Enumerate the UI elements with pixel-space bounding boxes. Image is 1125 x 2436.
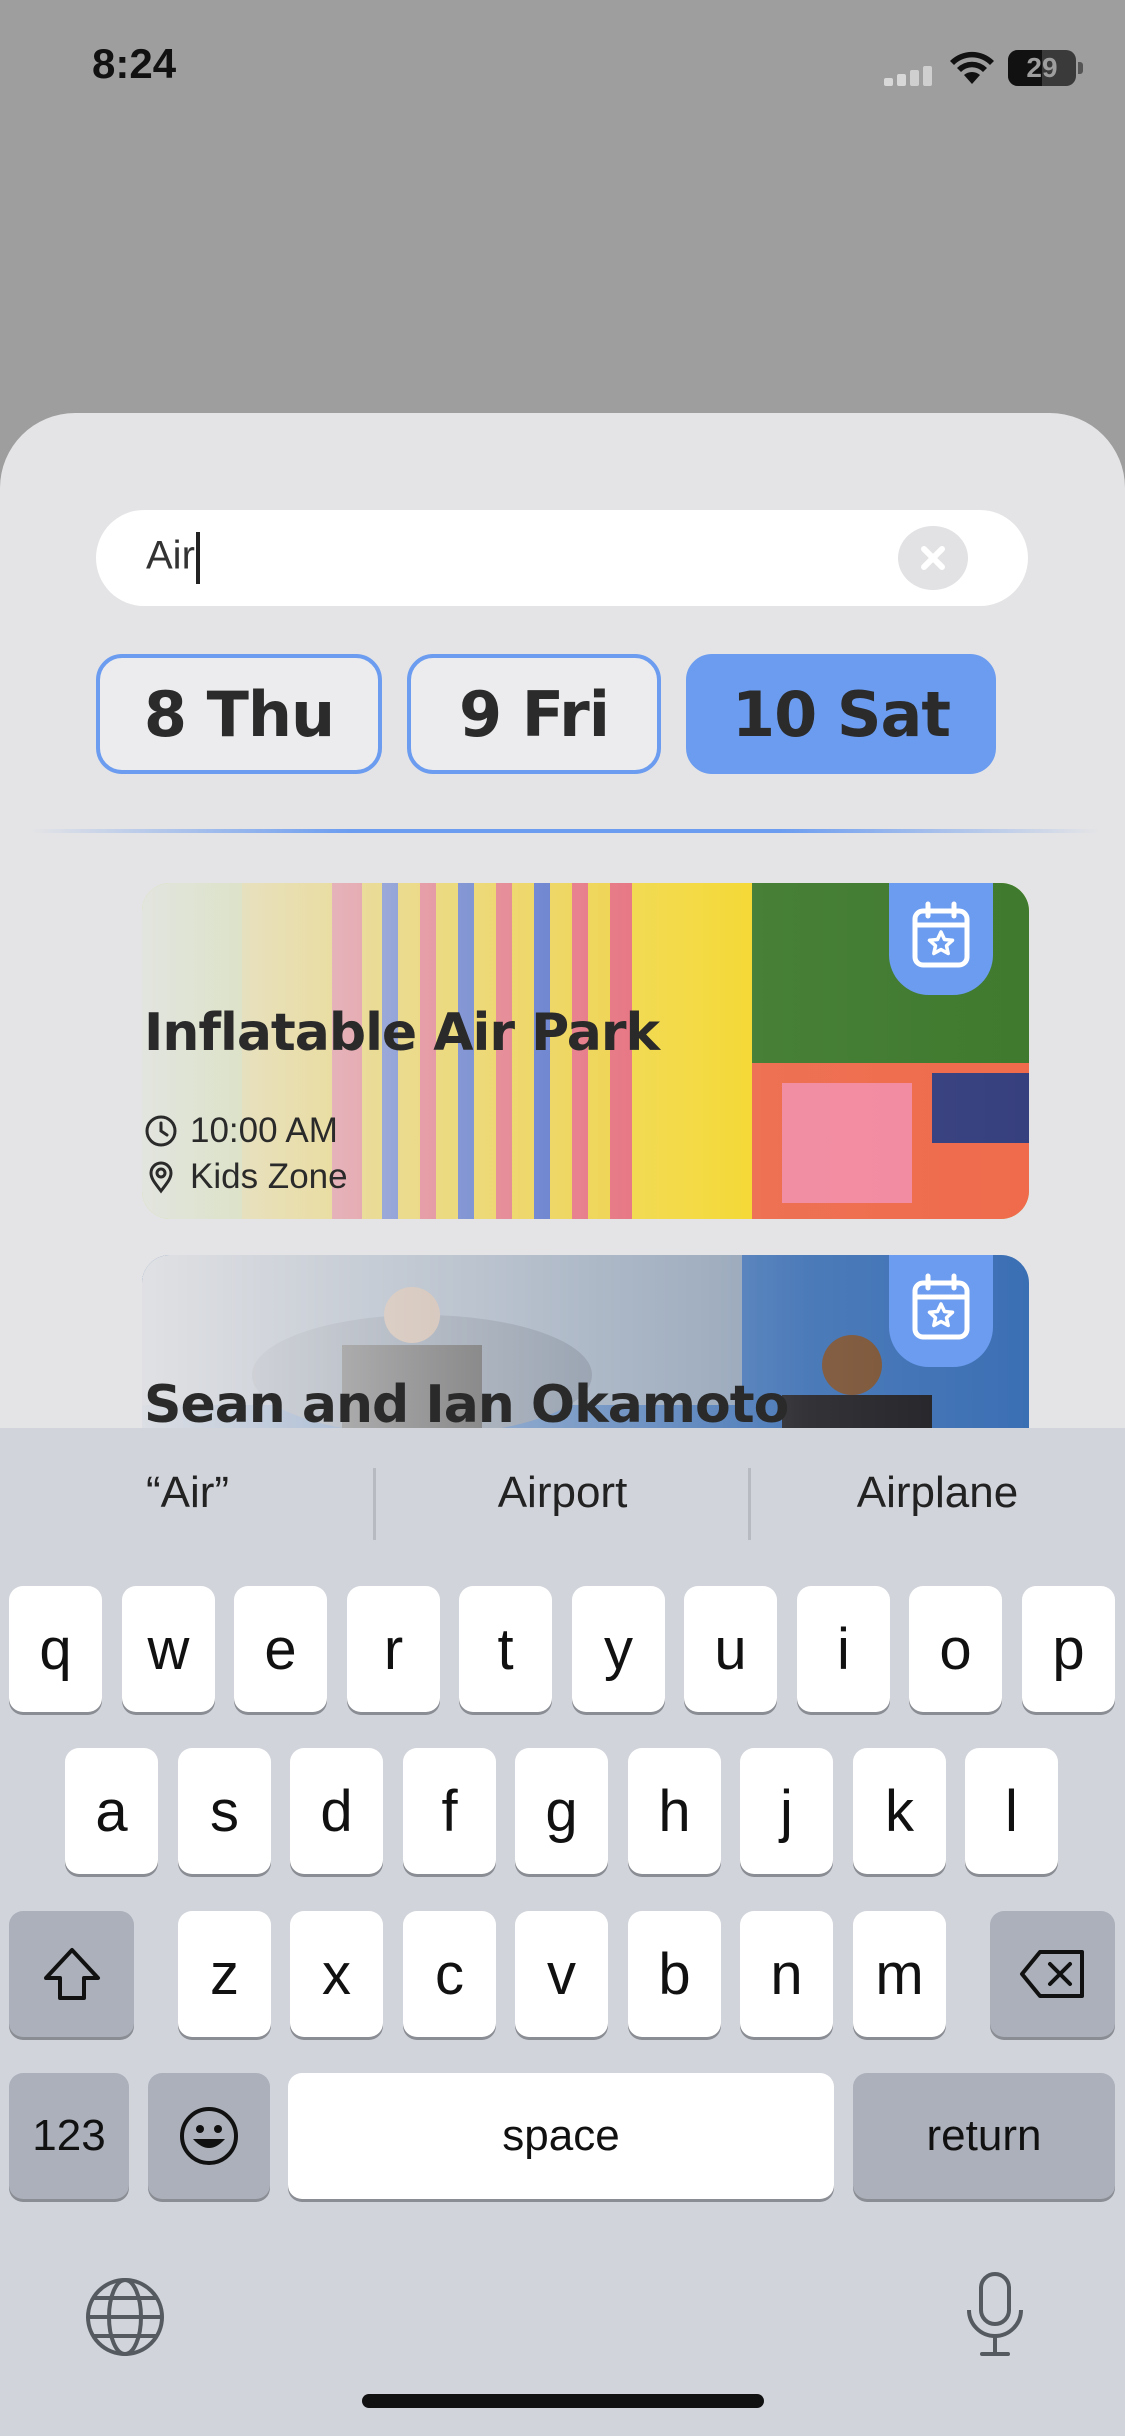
shift-key[interactable] — [9, 1911, 134, 2037]
event-title: Inflatable Air Park — [144, 1003, 660, 1063]
text-caret — [195, 532, 200, 584]
suggestion-item[interactable]: “Air” — [0, 1468, 375, 1518]
key-p[interactable]: p — [1022, 1586, 1115, 1712]
day-selector: 8 Thu 9 Fri 10 Sat — [96, 654, 1046, 780]
space-key[interactable]: space — [288, 2073, 834, 2199]
status-time: 8:24 — [92, 40, 177, 87]
key-r[interactable]: r — [347, 1586, 440, 1712]
key-a[interactable]: a — [65, 1748, 158, 1874]
backspace-key[interactable] — [990, 1911, 1115, 2037]
suggestion-bar: “Air” Airport Airplane — [0, 1428, 1125, 1582]
backspace-icon — [1019, 1950, 1084, 1998]
status-bar: 8:24 29 — [0, 0, 1125, 140]
clear-search-button[interactable] — [898, 526, 968, 590]
key-d[interactable]: d — [290, 1748, 383, 1874]
suggestion-item[interactable]: Airport — [375, 1468, 750, 1518]
search-input[interactable]: Air — [146, 532, 200, 584]
key-s[interactable]: s — [178, 1748, 271, 1874]
shift-arrow-icon — [43, 1948, 100, 2000]
key-n[interactable]: n — [740, 1911, 833, 2037]
add-to-schedule-button[interactable] — [889, 1255, 993, 1367]
key-g[interactable]: g — [515, 1748, 608, 1874]
event-location-row: Kids Zone — [144, 1157, 348, 1197]
keyboard: “Air” Airport Airplane q w e r t y u i o… — [0, 1428, 1125, 2436]
key-z[interactable]: z — [178, 1911, 271, 2037]
key-v[interactable]: v — [515, 1911, 608, 2037]
add-to-schedule-button[interactable] — [889, 883, 993, 995]
key-m[interactable]: m — [853, 1911, 946, 2037]
key-w[interactable]: w — [122, 1586, 215, 1712]
close-icon — [921, 546, 945, 570]
event-location: Kids Zone — [190, 1157, 348, 1196]
search-field[interactable]: Air — [96, 510, 1028, 606]
day-chip-fri[interactable]: 9 Fri — [407, 654, 661, 774]
wifi-icon — [950, 51, 994, 84]
divider — [30, 829, 1100, 833]
event-time-row: 10:00 AM — [144, 1111, 338, 1151]
key-b[interactable]: b — [628, 1911, 721, 2037]
key-y[interactable]: y — [572, 1586, 665, 1712]
numbers-key[interactable]: 123 — [9, 2073, 129, 2199]
location-pin-icon — [149, 1161, 173, 1194]
calendar-star-icon — [912, 901, 970, 968]
key-h[interactable]: h — [628, 1748, 721, 1874]
key-f[interactable]: f — [403, 1748, 496, 1874]
microphone-icon[interactable] — [962, 2270, 1028, 2360]
cellular-signal-icon — [884, 66, 936, 86]
key-x[interactable]: x — [290, 1911, 383, 2037]
key-u[interactable]: u — [684, 1586, 777, 1712]
day-chip-sat[interactable]: 10 Sat — [686, 654, 996, 774]
key-q[interactable]: q — [9, 1586, 102, 1712]
return-key[interactable]: return — [853, 2073, 1115, 2199]
suggestion-item[interactable]: Airplane — [750, 1468, 1125, 1518]
event-time: 10:00 AM — [190, 1111, 338, 1150]
key-c[interactable]: c — [403, 1911, 496, 2037]
event-card[interactable]: Inflatable Air Park 10:00 AM Kids Zone — [142, 883, 1029, 1219]
clock-icon — [145, 1115, 177, 1147]
event-title: Sean and Ian Okamoto — [144, 1375, 789, 1435]
home-indicator — [362, 2394, 764, 2408]
globe-icon[interactable] — [84, 2276, 166, 2358]
emoji-key[interactable] — [148, 2073, 270, 2199]
key-i[interactable]: i — [797, 1586, 890, 1712]
key-l[interactable]: l — [965, 1748, 1058, 1874]
emoji-icon — [180, 2107, 238, 2165]
key-o[interactable]: o — [909, 1586, 1002, 1712]
key-t[interactable]: t — [459, 1586, 552, 1712]
key-e[interactable]: e — [234, 1586, 327, 1712]
key-j[interactable]: j — [740, 1748, 833, 1874]
battery-icon: 29 — [1008, 50, 1076, 86]
battery-level: 29 — [1026, 52, 1058, 83]
calendar-star-icon — [912, 1273, 970, 1340]
key-k[interactable]: k — [853, 1748, 946, 1874]
day-chip-thu[interactable]: 8 Thu — [96, 654, 382, 774]
